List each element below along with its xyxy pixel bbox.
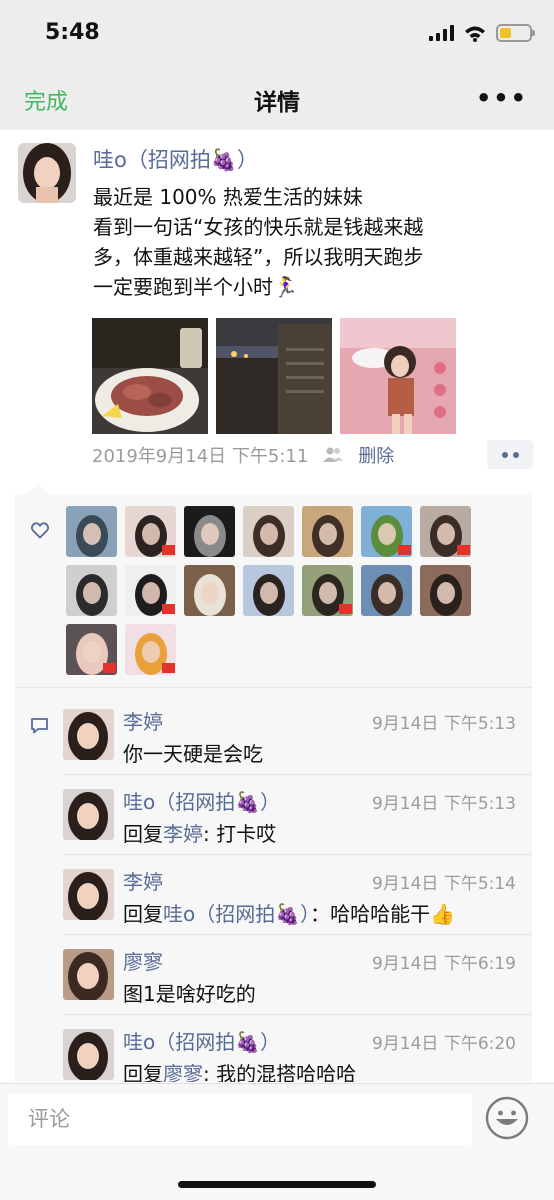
commenter-avatar[interactable] [63,949,114,1000]
comment-item[interactable]: 廖寥 9月14日 下午6:19 图1是啥好吃的 [15,934,532,1014]
status-bar: 5:48 [0,0,554,70]
heart-icon [31,522,49,539]
flag-icon [398,545,411,555]
flag-icon [457,545,470,555]
comment-time: 9月14日 下午5:13 [371,714,516,734]
battery-icon [496,24,535,42]
comment-divider [63,1014,532,1015]
reply-to-name[interactable]: 廖寥 [163,1062,203,1082]
post-action-button[interactable] [487,440,533,469]
post-author-avatar[interactable] [18,143,76,203]
comment-text: 回复廖寥: 我的混搭哈哈哈 [123,1058,356,1082]
status-icons [429,22,535,44]
friends-icon [323,447,344,462]
reply-prefix: 回复 [123,822,163,846]
liker-avatar[interactable] [66,624,117,675]
status-time: 5:48 [45,20,100,45]
commenter-avatar[interactable] [63,869,114,920]
liker-avatar[interactable] [184,506,235,557]
comment-item[interactable]: 哇o（招网拍🍇） 9月14日 下午6:20 回复廖寥: 我的混搭哈哈哈 [15,1014,532,1082]
liker-avatar[interactable] [125,565,176,616]
pink-wall-photo[interactable] [340,318,456,434]
post-photos [92,318,456,434]
commenter-name[interactable]: 李婷 [123,866,163,895]
post-author-name[interactable]: 哇o（招网拍🍇） [93,144,258,174]
comment-body: : 打卡哎 [203,822,277,846]
comment-bar [0,1083,554,1200]
flag-icon [162,663,175,673]
comment-item[interactable]: 哇o（招网拍🍇） 9月14日 下午5:13 回复李婷: 打卡哎 [15,774,532,854]
flag-icon [103,663,116,673]
more-button[interactable]: ••• [476,84,528,112]
commenter-name[interactable]: 李婷 [123,706,163,735]
comment-time: 9月14日 下午6:20 [371,1034,516,1054]
liker-avatar[interactable] [66,506,117,557]
post-meta: 2019年9月14日 下午5:11 删除 [92,442,394,468]
comment-body: : 我的混搭哈哈哈 [203,1062,357,1082]
liker-avatar[interactable] [66,565,117,616]
page-title: 详情 [254,90,300,116]
likes-comments-panel: 李婷 9月14日 下午5:13 你一天硬是会吃哇o（招网拍🍇） 9月14日 下午5:1… [15,494,532,1082]
liker-avatar[interactable] [243,565,294,616]
feed-arrow [28,484,48,494]
post-date: 2019年9月14日 下午5:11 [92,446,309,467]
liker-avatar[interactable] [361,506,412,557]
comment-text: 回复李婷: 打卡哎 [123,818,276,847]
comment-body: ：哈哈哈能干👍 [310,902,456,926]
emoji-icon[interactable] [485,1096,529,1140]
home-indicator [178,1181,376,1188]
signal-icon [429,25,454,41]
wifi-icon [465,26,485,42]
liker-avatar[interactable] [302,565,353,616]
divider [15,687,532,688]
reply-prefix: 回复 [123,902,163,926]
liker-avatar[interactable] [184,565,235,616]
comment-body: 你一天硬是会吃 [123,742,263,766]
commenter-name[interactable]: 廖寥 [123,946,163,975]
comment-item[interactable]: 李婷 9月14日 下午5:13 你一天硬是会吃 [15,694,532,774]
food-photo[interactable] [92,318,208,434]
commenter-avatar[interactable] [63,1029,114,1080]
comment-body: 图1是啥好吃的 [123,982,256,1006]
flag-icon [162,545,175,555]
comment-time: 9月14日 下午5:14 [371,874,516,894]
liker-avatar[interactable] [361,565,412,616]
liker-avatar[interactable] [125,624,176,675]
dusk-drink-photo[interactable] [216,318,332,434]
comment-divider [63,934,532,935]
comment-input[interactable] [8,1093,472,1145]
comment-time: 9月14日 下午6:19 [371,954,516,974]
liker-avatar[interactable] [420,565,471,616]
post-text: 最近是 100% 热爱生活的妹妹 看到一句话“女孩的快乐就是钱越来越 多，体重越… [93,185,424,299]
liker-avatar[interactable] [125,506,176,557]
reply-prefix: 回复 [123,1062,163,1082]
comment-text: 回复哇o（招网拍🍇）：哈哈哈能干👍 [123,898,455,927]
commenter-avatar[interactable] [63,709,114,760]
comment-divider [63,774,532,775]
commenter-avatar[interactable] [63,789,114,840]
liker-avatar[interactable] [302,506,353,557]
comment-time: 9月14日 下午5:13 [371,794,516,814]
flag-icon [162,604,175,614]
commenter-name[interactable]: 哇o（招网拍🍇） [123,786,280,815]
delete-link[interactable]: 删除 [358,442,394,468]
flag-icon [339,604,352,614]
liker-avatar[interactable] [420,506,471,557]
reply-to-name[interactable]: 哇o（招网拍🍇） [163,902,310,926]
comment-text: 你一天硬是会吃 [123,738,263,767]
comment-item[interactable]: 李婷 9月14日 下午5:14 回复哇o（招网拍🍇）：哈哈哈能干👍 [15,854,532,934]
reply-to-name[interactable]: 李婷 [163,822,203,846]
nav-bar: 完成 详情 ••• [0,70,554,130]
comment-divider [63,854,532,855]
comment-text: 图1是啥好吃的 [123,978,256,1007]
liker-avatar[interactable] [243,506,294,557]
commenter-name[interactable]: 哇o（招网拍🍇） [123,1026,280,1055]
